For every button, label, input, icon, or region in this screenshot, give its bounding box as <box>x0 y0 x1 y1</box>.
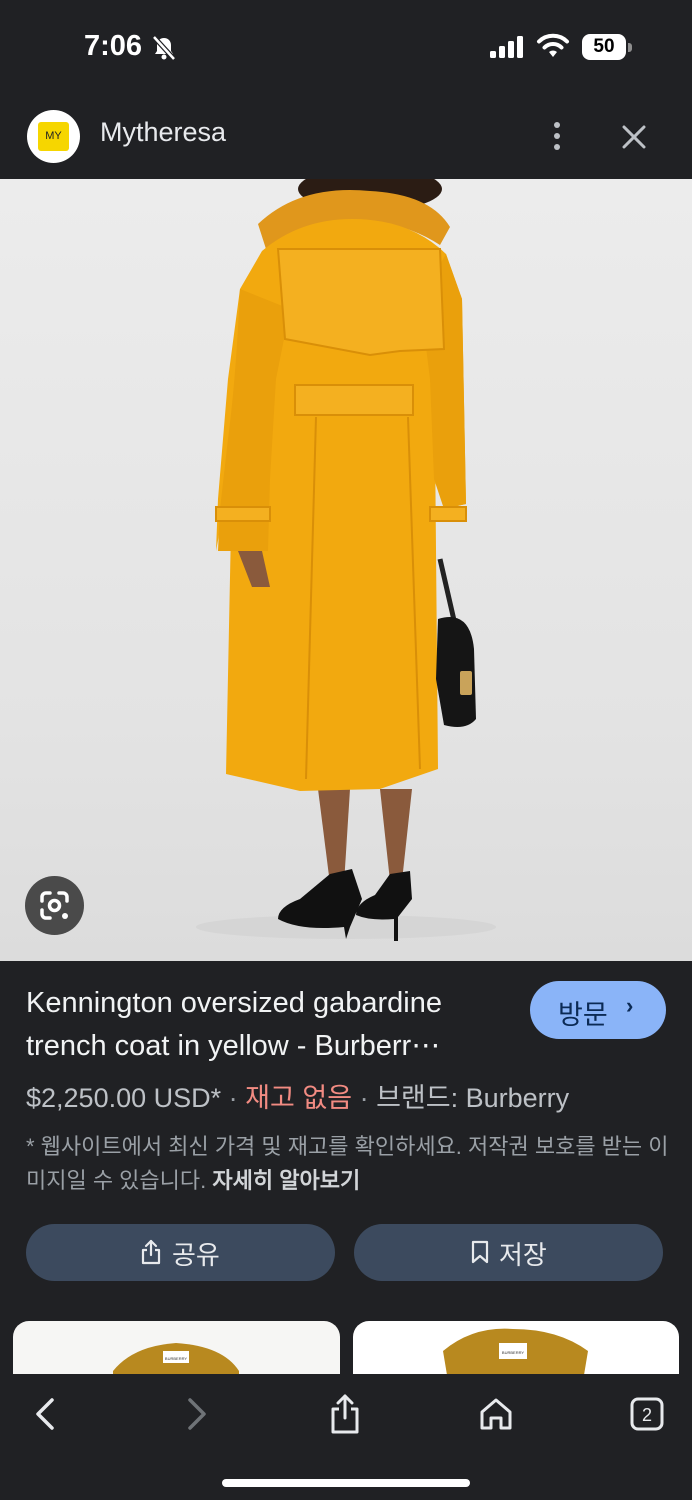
site-name[interactable]: Mytheresa <box>100 117 226 148</box>
home-icon[interactable] <box>474 1392 518 1436</box>
visit-button[interactable]: 방문 › <box>530 981 666 1039</box>
related-product-card[interactable]: BURBERRY <box>353 1321 679 1381</box>
bell-muted-icon <box>152 35 176 61</box>
home-indicator[interactable] <box>222 1479 470 1487</box>
lens-icon <box>40 891 69 920</box>
related-product-image: BURBERRY <box>443 1328 588 1381</box>
site-logo[interactable]: MY <box>27 110 80 163</box>
status-bar: 7:06 50 <box>0 0 692 95</box>
related-product-image: BURBERRY <box>113 1343 239 1381</box>
separator: · <box>228 1083 238 1113</box>
related-product-label: BURBERRY <box>502 1350 524 1355</box>
price-line: $2,250.00 USD* · 재고 없음 · 브랜드: Burberry <box>26 1076 569 1115</box>
related-product-label: BURBERRY <box>165 1356 187 1361</box>
lens-button[interactable] <box>25 876 84 935</box>
visit-label: 방문 <box>558 1000 608 1030</box>
back-icon[interactable] <box>24 1392 68 1436</box>
more-vert-icon[interactable] <box>543 121 571 151</box>
site-logo-mark: MY <box>38 122 69 151</box>
share-icon <box>141 1239 161 1265</box>
separator: · <box>359 1083 369 1113</box>
product-photo <box>196 179 496 941</box>
stock-status: 재고 없음 <box>245 1083 353 1113</box>
tabs-icon[interactable]: 2 <box>625 1392 669 1436</box>
share-label: 공유 <box>172 1240 220 1270</box>
related-product-card[interactable]: BURBERRY <box>13 1321 340 1381</box>
save-label: 저장 <box>499 1240 547 1270</box>
brand: 브랜드: Burberry <box>376 1083 570 1113</box>
product-image[interactable] <box>0 179 692 961</box>
battery-icon: 50 <box>582 34 632 60</box>
price: $2,250.00 USD* <box>26 1083 222 1113</box>
forward-icon[interactable] <box>174 1392 218 1436</box>
site-header: MY Mytheresa <box>0 95 692 179</box>
status-time: 7:06 <box>84 30 143 62</box>
close-icon[interactable] <box>620 123 648 151</box>
bookmark-icon <box>471 1240 489 1264</box>
disclaimer: * 웹사이트에서 최신 가격 및 재고를 확인하세요. 저작권 보호를 받는 이… <box>26 1130 676 1198</box>
product-title[interactable]: Kennington oversized gabardine trench co… <box>26 982 516 1068</box>
wifi-icon <box>537 33 569 57</box>
share-icon[interactable] <box>323 1392 367 1436</box>
learn-more-link[interactable]: 자세히 알아보기 <box>212 1168 360 1193</box>
battery-level: 50 <box>593 36 615 57</box>
save-button[interactable]: 저장 <box>354 1224 663 1281</box>
cell-signal-icon <box>490 36 523 58</box>
tabs-count: 2 <box>642 1405 652 1425</box>
chevron-right-icon: › <box>626 993 634 1018</box>
share-button[interactable]: 공유 <box>26 1224 335 1281</box>
